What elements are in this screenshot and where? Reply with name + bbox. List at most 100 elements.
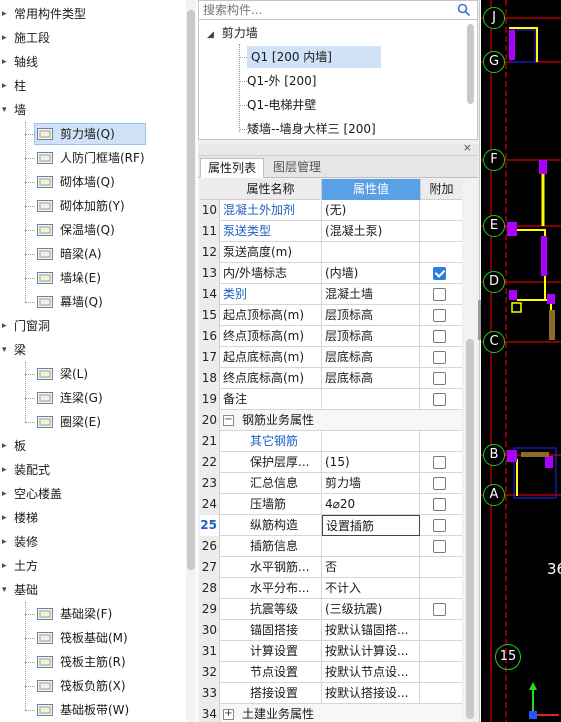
tree-scroll-thumb[interactable]: [187, 10, 195, 570]
table-row[interactable]: 26 插筋信息: [200, 536, 462, 557]
tree-item[interactable]: 剪力墙(Q): [0, 122, 186, 146]
tab-properties[interactable]: 属性列表: [200, 158, 265, 178]
collapsed-arrow-icon[interactable]: ▸: [2, 74, 12, 98]
close-panel-icon[interactable]: ×: [463, 141, 472, 154]
tree-item[interactable]: ▸ 空心楼盖: [0, 482, 186, 506]
tree-item[interactable]: ▸ 装配式: [0, 458, 186, 482]
extra-checkbox[interactable]: [433, 540, 446, 553]
tree-item[interactable]: ▸ 装修: [0, 530, 186, 554]
collapsed-arrow-icon[interactable]: ▸: [2, 554, 12, 578]
tree-item[interactable]: 保温墙(Q): [0, 218, 186, 242]
table-row[interactable]: 23 汇总信息 剪力墙: [200, 473, 462, 494]
property-value[interactable]: 层底标高: [322, 347, 420, 368]
extra-checkbox[interactable]: [433, 309, 446, 322]
property-value[interactable]: (三级抗震): [322, 599, 420, 620]
collapsed-arrow-icon[interactable]: ▸: [2, 506, 12, 530]
tree-item[interactable]: 梁(L): [0, 362, 186, 386]
table-row[interactable]: 29 抗震等级 (三级抗震): [200, 599, 462, 620]
table-row[interactable]: 14 类别 混凝土墙: [200, 284, 462, 305]
tree-item[interactable]: 人防门框墙(RF): [0, 146, 186, 170]
tree-item[interactable]: 砌体墙(Q): [0, 170, 186, 194]
property-value[interactable]: 设置插筋: [322, 515, 420, 536]
property-value[interactable]: 层顶标高: [322, 326, 420, 347]
tree-item[interactable]: ▸ 板: [0, 434, 186, 458]
extra-checkbox[interactable]: [433, 603, 446, 616]
tree-item[interactable]: 幕墙(Q): [0, 290, 186, 314]
table-row[interactable]: 11 泵送类型 (混凝土泵): [200, 221, 462, 242]
property-value[interactable]: 按默认锚固搭...: [322, 620, 420, 641]
table-row[interactable]: 28 水平分布... 不计入: [200, 578, 462, 599]
property-value[interactable]: 按默认节点设...: [322, 662, 420, 683]
table-row[interactable]: 31 计算设置 按默认计算设...: [200, 641, 462, 662]
extra-checkbox[interactable]: [433, 456, 446, 469]
tree-item[interactable]: ▸ 施工段: [0, 26, 186, 50]
property-value[interactable]: [322, 536, 420, 557]
drawing-canvas[interactable]: JG F E D C BA 36 15: [481, 0, 561, 722]
tree-item[interactable]: ▸ 常用构件类型: [0, 2, 186, 26]
tree-item[interactable]: 基础梁(F): [0, 602, 186, 626]
collapsed-arrow-icon[interactable]: ▸: [2, 2, 12, 26]
tree-item[interactable]: 圈梁(E): [0, 410, 186, 434]
collapsed-arrow-icon[interactable]: ▸: [2, 530, 12, 554]
property-value[interactable]: (混凝土泵): [322, 221, 420, 242]
collapsed-arrow-icon[interactable]: ▸: [2, 434, 12, 458]
tree-item[interactable]: 筏板负筋(X): [0, 674, 186, 698]
tree-item[interactable]: 筏板基础(M): [0, 626, 186, 650]
property-value[interactable]: 剪力墙: [322, 473, 420, 494]
list-group[interactable]: ◢ 剪力墙: [207, 22, 258, 44]
extra-checkbox[interactable]: [433, 288, 446, 301]
tree-item[interactable]: ▸ 门窗洞: [0, 314, 186, 338]
tree-item[interactable]: 基础板带(W): [0, 698, 186, 722]
collapse-triangle-icon[interactable]: ◢: [207, 30, 214, 40]
extra-checkbox[interactable]: [433, 372, 446, 385]
extra-checkbox[interactable]: [433, 267, 446, 280]
table-row[interactable]: 33 搭接设置 按默认搭接设...: [200, 683, 462, 704]
extra-checkbox[interactable]: [433, 330, 446, 343]
tree-item[interactable]: ▾ 墙: [0, 98, 186, 122]
table-row[interactable]: 21 其它钢筋: [200, 431, 462, 452]
property-value[interactable]: [322, 389, 420, 410]
tree-item[interactable]: 连梁(G): [0, 386, 186, 410]
table-row[interactable]: 18 终点底标高(m) 层底标高: [200, 368, 462, 389]
property-value[interactable]: (无): [322, 200, 420, 221]
collapsed-arrow-icon[interactable]: ▸: [2, 50, 12, 74]
list-scroll-thumb[interactable]: [467, 24, 474, 104]
table-row[interactable]: 25 纵筋构造 设置插筋: [200, 515, 462, 536]
property-value[interactable]: 不计入: [322, 578, 420, 599]
property-value[interactable]: 层底标高: [322, 368, 420, 389]
table-row[interactable]: 10 混凝土外加剂 (无): [200, 200, 462, 221]
component-list-item[interactable]: Q1-电梯井壁: [247, 94, 316, 116]
tree-item[interactable]: ▸ 柱: [0, 74, 186, 98]
table-row[interactable]: 12 泵送高度(m): [200, 242, 462, 263]
property-value[interactable]: 层顶标高: [322, 305, 420, 326]
expanded-arrow-icon[interactable]: ▾: [2, 578, 12, 602]
collapsed-arrow-icon[interactable]: ▸: [2, 314, 12, 338]
tree-item[interactable]: ▾ 梁: [0, 338, 186, 362]
component-list-item[interactable]: 矮墙--墙身大样三 [200]: [247, 118, 376, 140]
header-name[interactable]: 属性名称: [220, 179, 322, 200]
tree-item[interactable]: 暗梁(A): [0, 242, 186, 266]
table-row[interactable]: 20− 钢筋业务属性: [200, 410, 462, 431]
extra-checkbox[interactable]: [433, 477, 446, 490]
table-row[interactable]: 22 保护层厚... (15): [200, 452, 462, 473]
expanded-arrow-icon[interactable]: ▾: [2, 98, 12, 122]
property-value[interactable]: 按默认搭接设...: [322, 683, 420, 704]
table-row[interactable]: 15 起点顶标高(m) 层顶标高: [200, 305, 462, 326]
collapsed-arrow-icon[interactable]: ▸: [2, 26, 12, 50]
collapsed-arrow-icon[interactable]: ▸: [2, 482, 12, 506]
table-row[interactable]: 13 内/外墙标志 (内墙): [200, 263, 462, 284]
table-row[interactable]: 34 + 土建业务属性: [200, 704, 462, 722]
expand-icon[interactable]: +: [223, 709, 234, 720]
table-row[interactable]: 27 水平钢筋... 否: [200, 557, 462, 578]
property-value[interactable]: (内墙): [322, 263, 420, 284]
property-value[interactable]: (15): [322, 452, 420, 473]
tab-layers[interactable]: 图层管理: [266, 158, 328, 178]
table-row[interactable]: 16 终点顶标高(m) 层顶标高: [200, 326, 462, 347]
tree-item[interactable]: 墙垛(E): [0, 266, 186, 290]
grid-scroll-thumb[interactable]: [466, 339, 474, 719]
extra-checkbox[interactable]: [433, 393, 446, 406]
header-extra[interactable]: 附加: [420, 179, 462, 200]
extra-checkbox[interactable]: [433, 519, 446, 532]
collapsed-arrow-icon[interactable]: ▸: [2, 458, 12, 482]
extra-checkbox[interactable]: [433, 351, 446, 364]
